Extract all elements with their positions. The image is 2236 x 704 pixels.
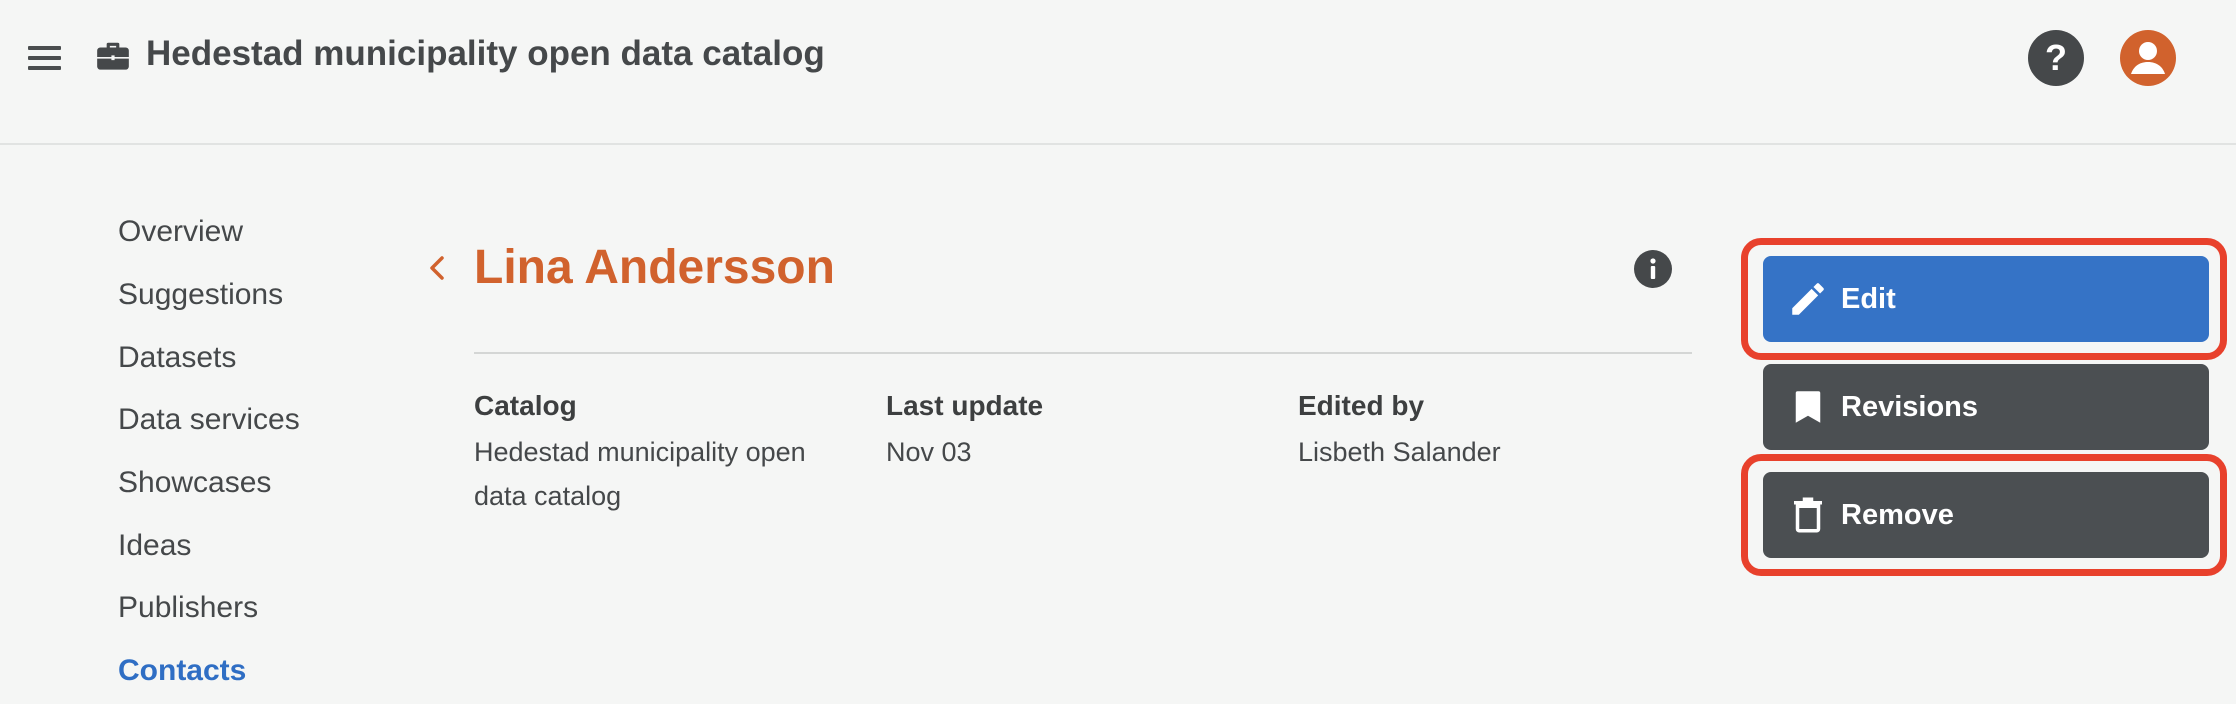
remove-button[interactable]: Remove [1763, 472, 2209, 558]
trash-icon [1794, 497, 1822, 533]
hamburger-menu-icon[interactable] [24, 38, 70, 78]
chevron-left-icon[interactable] [424, 250, 452, 286]
meta-catalog-label: Catalog [474, 390, 577, 421]
edit-button-label: Edit [1841, 283, 1896, 315]
briefcase-icon [97, 42, 129, 70]
app-title: Hedestad municipality open data catalog [146, 34, 825, 73]
nav-item-suggestions[interactable]: Suggestions [118, 275, 283, 315]
meta-edited-by-label: Edited by [1298, 390, 1425, 421]
nav-item-showcases[interactable]: Showcases [118, 463, 271, 503]
meta-last-update-value: Nov 03 [886, 437, 972, 467]
contact-name-heading: Lina Andersson [474, 241, 835, 294]
nav-item-ideas[interactable]: Ideas [118, 526, 191, 566]
nav-item-overview[interactable]: Overview [118, 212, 243, 252]
nav-item-publishers[interactable]: Publishers [118, 588, 258, 628]
help-question-icon[interactable]: ? [2028, 30, 2084, 86]
revisions-button-label: Revisions [1841, 391, 1978, 423]
meta-catalog: Catalog Hedestad municipality open data … [474, 386, 854, 518]
meta-edited-by: Edited by Lisbeth Salander [1298, 386, 1678, 474]
nav-item-data-services[interactable]: Data services [118, 400, 300, 440]
svg-text:?: ? [2045, 37, 2067, 78]
meta-last-update: Last update Nov 03 [886, 386, 1266, 474]
bookmark-icon [1795, 391, 1821, 423]
meta-edited-by-value: Lisbeth Salander [1298, 437, 1501, 467]
pencil-icon [1792, 283, 1824, 315]
meta-catalog-value: Hedestad municipality open data catalog [474, 437, 806, 511]
nav-item-datasets[interactable]: Datasets [118, 338, 236, 378]
remove-button-label: Remove [1841, 499, 1954, 531]
meta-last-update-label: Last update [886, 390, 1044, 421]
nav-item-contacts[interactable]: Contacts [118, 651, 246, 691]
revisions-button[interactable]: Revisions [1763, 364, 2209, 450]
user-avatar-icon[interactable] [2120, 30, 2176, 86]
header-divider [474, 352, 1692, 354]
edit-button[interactable]: Edit [1763, 256, 2209, 342]
info-icon[interactable] [1634, 250, 1672, 288]
top-header: Hedestad municipality open data catalog … [0, 0, 2236, 145]
